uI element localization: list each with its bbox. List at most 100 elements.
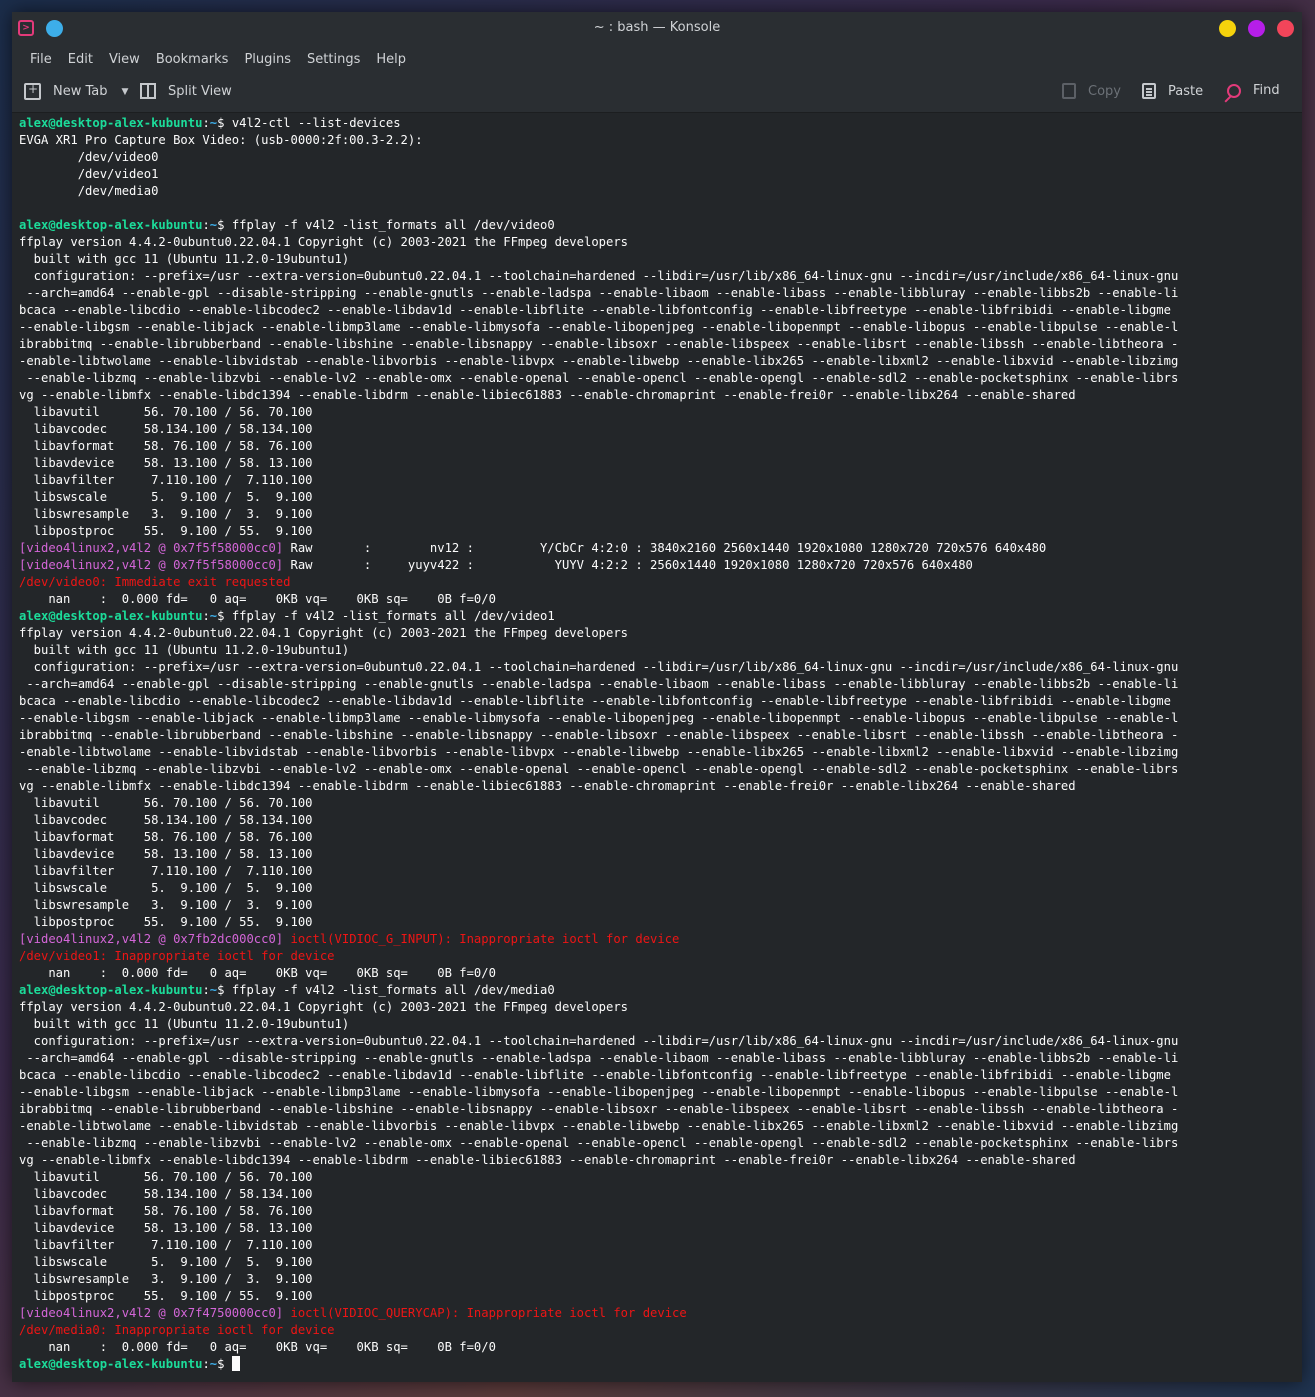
menu-view[interactable]: View — [101, 52, 148, 67]
menu-bar: File Edit View Bookmarks Plugins Setting… — [12, 44, 1302, 74]
output-text: libavcodec 58.134.100 / 58.134.100 — [19, 813, 313, 827]
output-text: libavformat 58. 76.100 / 58. 76.100 — [19, 830, 313, 844]
prompt-dollar: $ — [217, 116, 232, 130]
output-text: ibrabbitmq --enable-librubberband --enab… — [19, 337, 1179, 351]
find-label: Find — [1253, 83, 1280, 98]
menu-help[interactable]: Help — [368, 52, 414, 67]
konsole-window: > ~ : bash — Konsole File Edit View Book… — [12, 12, 1302, 1382]
close-button[interactable] — [1277, 20, 1294, 37]
output-line: built with gcc 11 (Ubuntu 11.2.0-19ubunt… — [19, 642, 1295, 659]
output-text: libpostproc 55. 9.100 / 55. 9.100 — [19, 915, 313, 929]
paste-icon — [1142, 83, 1156, 99]
output-line: libavcodec 58.134.100 / 58.134.100 — [19, 421, 1295, 438]
prompt-line: alex@desktop-alex-kubuntu:~$ ffplay -f v… — [19, 608, 1295, 625]
output-line: nan : 0.000 fd= 0 aq= 0KB vq= 0KB sq= 0B… — [19, 1339, 1295, 1356]
error-line: /dev/video1: Inappropriate ioctl for dev… — [19, 948, 1295, 965]
output-text: -enable-libtwolame --enable-libvidstab -… — [19, 745, 1179, 759]
output-text: --enable-libgsm --enable-libjack --enabl… — [19, 711, 1179, 725]
output-line: built with gcc 11 (Ubuntu 11.2.0-19ubunt… — [19, 1016, 1295, 1033]
output-text: libswscale 5. 9.100 / 5. 9.100 — [19, 1255, 313, 1269]
prompt-separator: : — [202, 609, 210, 623]
output-line: ibrabbitmq --enable-librubberband --enab… — [19, 727, 1295, 744]
output-line: /dev/video0 — [19, 149, 1295, 166]
output-text: --arch=amd64 --enable-gpl --disable-stri… — [19, 1051, 1179, 1065]
output-text: configuration: --prefix=/usr --extra-ver… — [19, 1034, 1179, 1048]
output-line: --enable-libgsm --enable-libjack --enabl… — [19, 319, 1295, 336]
output-line: libpostproc 55. 9.100 / 55. 9.100 — [19, 914, 1295, 931]
menu-settings[interactable]: Settings — [299, 52, 368, 67]
find-button[interactable]: Find — [1227, 83, 1280, 98]
output-text: bcaca --enable-libcdio --enable-libcodec… — [19, 303, 1171, 317]
paste-button[interactable]: Paste — [1142, 83, 1203, 99]
output-line: libavdevice 58. 13.100 / 58. 13.100 — [19, 846, 1295, 863]
output-line: libswresample 3. 9.100 / 3. 9.100 — [19, 1271, 1295, 1288]
output-line: built with gcc 11 (Ubuntu 11.2.0-19ubunt… — [19, 251, 1295, 268]
chevron-down-icon[interactable]: ▼ — [122, 87, 129, 97]
new-tab-button[interactable]: New Tab ▼ — [24, 82, 129, 100]
log-text: Raw : nv12 : Y/CbCr 4:2:0 : 3840x2160 25… — [283, 541, 1047, 555]
command-text: ffplay -f v4l2 -list_formats all /dev/vi… — [231, 609, 555, 623]
prompt-user: alex@desktop-alex-kubuntu — [19, 218, 203, 232]
output-text: bcaca --enable-libcdio --enable-libcodec… — [19, 1068, 1171, 1082]
output-text: libavdevice 58. 13.100 / 58. 13.100 — [19, 1221, 313, 1235]
output-text: ibrabbitmq --enable-librubberband --enab… — [19, 1102, 1179, 1116]
output-text: /dev/media0 — [19, 184, 159, 198]
output-text: libpostproc 55. 9.100 / 55. 9.100 — [19, 1289, 313, 1303]
minimize-button[interactable] — [1219, 20, 1236, 37]
output-text: libavdevice 58. 13.100 / 58. 13.100 — [19, 456, 313, 470]
error-text: /dev/video1: Inappropriate ioctl for dev… — [19, 949, 335, 963]
error-text: ioctl(VIDIOC_G_INPUT): Inappropriate ioc… — [290, 932, 680, 946]
output-line: ibrabbitmq --enable-librubberband --enab… — [19, 336, 1295, 353]
prompt-separator: : — [202, 218, 210, 232]
prompt-separator: : — [202, 983, 210, 997]
output-line: EVGA XR1 Pro Capture Box Video: (usb-000… — [19, 132, 1295, 149]
prompt-user: alex@desktop-alex-kubuntu — [19, 983, 203, 997]
output-line: libavcodec 58.134.100 / 58.134.100 — [19, 812, 1295, 829]
output-line: libavutil 56. 70.100 / 56. 70.100 — [19, 1169, 1295, 1186]
menu-plugins[interactable]: Plugins — [236, 52, 299, 67]
output-line: vg --enable-libmfx --enable-libdc1394 --… — [19, 778, 1295, 795]
output-line: --arch=amd64 --enable-gpl --disable-stri… — [19, 1050, 1295, 1067]
output-text: libavfilter 7.110.100 / 7.110.100 — [19, 473, 313, 487]
output-text: libavformat 58. 76.100 / 58. 76.100 — [19, 439, 313, 453]
menu-file[interactable]: File — [22, 52, 60, 67]
paste-label: Paste — [1168, 83, 1204, 99]
menu-edit[interactable]: Edit — [60, 52, 101, 67]
output-line: vg --enable-libmfx --enable-libdc1394 --… — [19, 1152, 1295, 1169]
output-text: libavformat 58. 76.100 / 58. 76.100 — [19, 1204, 313, 1218]
title-bar[interactable]: > ~ : bash — Konsole — [12, 12, 1302, 44]
prompt-user: alex@desktop-alex-kubuntu — [19, 1357, 203, 1371]
output-text: libavutil 56. 70.100 / 56. 70.100 — [19, 405, 313, 419]
output-text: libavdevice 58. 13.100 / 58. 13.100 — [19, 847, 313, 861]
output-text: /dev/video1 — [19, 167, 159, 181]
output-text: bcaca --enable-libcdio --enable-libcodec… — [19, 694, 1171, 708]
error-text: /dev/video0: Immediate exit requested — [19, 575, 291, 589]
log-tag: [video4linux2,v4l2 @ 0x7f4750000cc0] — [19, 1306, 284, 1320]
output-line: nan : 0.000 fd= 0 aq= 0KB vq= 0KB sq= 0B… — [19, 591, 1295, 608]
copy-button[interactable]: Copy — [1062, 83, 1121, 99]
output-line: --enable-libzmq --enable-libzvbi --enabl… — [19, 761, 1295, 778]
output-text: vg --enable-libmfx --enable-libdc1394 --… — [19, 779, 1076, 793]
error-line: /dev/media0: Inappropriate ioctl for dev… — [19, 1322, 1295, 1339]
output-text: libavutil 56. 70.100 / 56. 70.100 — [19, 1170, 313, 1184]
prompt-dollar: $ — [217, 218, 232, 232]
log-line: [video4linux2,v4l2 @ 0x7f5f58000cc0] Raw… — [19, 540, 1295, 557]
terminal-output[interactable]: alex@desktop-alex-kubuntu:~$ v4l2-ctl --… — [12, 113, 1302, 1382]
maximize-button[interactable] — [1248, 20, 1265, 37]
output-line: libswscale 5. 9.100 / 5. 9.100 — [19, 489, 1295, 506]
log-line: [video4linux2,v4l2 @ 0x7fb2dc000cc0] ioc… — [19, 931, 1295, 948]
output-line: libswresample 3. 9.100 / 3. 9.100 — [19, 506, 1295, 523]
menu-bookmarks[interactable]: Bookmarks — [148, 52, 237, 67]
output-text: /dev/video0 — [19, 150, 159, 164]
error-text: /dev/media0: Inappropriate ioctl for dev… — [19, 1323, 335, 1337]
output-line: libavfilter 7.110.100 / 7.110.100 — [19, 1237, 1295, 1254]
split-view-button[interactable]: Split View — [140, 83, 232, 99]
output-line: nan : 0.000 fd= 0 aq= 0KB vq= 0KB sq= 0B… — [19, 965, 1295, 982]
output-text: --arch=amd64 --enable-gpl --disable-stri… — [19, 677, 1179, 691]
output-text: libswresample 3. 9.100 / 3. 9.100 — [19, 898, 313, 912]
prompt-separator: : — [202, 1357, 210, 1371]
output-line: --enable-libgsm --enable-libjack --enabl… — [19, 1084, 1295, 1101]
prompt-line: alex@desktop-alex-kubuntu:~$ ffplay -f v… — [19, 217, 1295, 234]
output-text: nan : 0.000 fd= 0 aq= 0KB vq= 0KB sq= 0B… — [19, 1340, 496, 1354]
